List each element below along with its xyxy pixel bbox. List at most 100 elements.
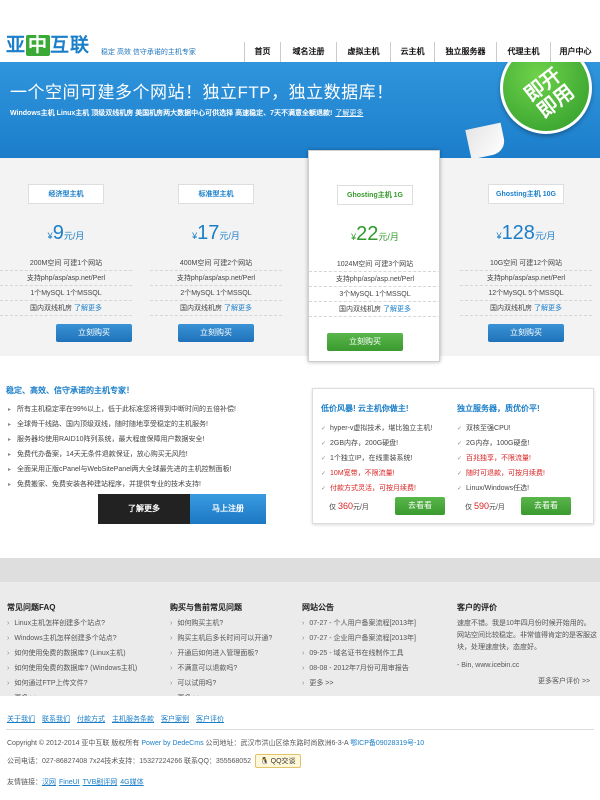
header: 亚中互联 稳定 高效 信守承诺的主机专家 首页 域名注册 虚拟主机 云主机 独立… [0, 0, 600, 62]
plan-feature: 10G空间 可建12个网站 [460, 256, 592, 271]
price-unit: 元/月 [534, 231, 556, 241]
presale-link[interactable]: 如何购买主机? [170, 616, 272, 631]
footer-copyright-line: Copyright © 2012-2014 亚中互联 版权所有 Power by… [7, 738, 424, 748]
plan-more-link[interactable]: 了解更多 [224, 305, 252, 312]
plan-title: 标准型主机 [178, 184, 254, 204]
info-section: 常见问题FAQ Linux主机怎样创建多个站点? Windows主机怎样创建多个… [0, 558, 600, 702]
view-cloud-button[interactable]: 去看看 [395, 497, 445, 515]
plan-features: 1024M空间 可建3个网站 支持php/asp/asp.net/Perl 3个… [309, 257, 441, 317]
review-text: 速度不错。我是10年四月份时候开始用的。网站空间比较稳定。非常值得肯定的是客服这… [457, 620, 597, 651]
buy-now-button[interactable]: 立刻购买 [56, 324, 132, 342]
view-server-button[interactable]: 去看看 [521, 497, 571, 515]
plan-feature: 支持php/asp/asp.net/Perl [460, 271, 592, 286]
faq-link[interactable]: 如何使用免费的数据库? (Linux主机) [7, 646, 137, 661]
nav-item-dedicated-server[interactable]: 独立服务器 [434, 42, 496, 62]
plan-title: Ghosting主机 10G [488, 184, 564, 204]
promo-item: 随时可退款，可按月续费! [457, 466, 545, 481]
footer-link-cases[interactable]: 客户案例 [161, 714, 189, 724]
promo-server-title: 独立服务器，质优价平! [457, 404, 540, 413]
icp-link[interactable]: 鄂ICP备09028319号-10 [350, 740, 424, 747]
review-title: 客户的评价 [457, 603, 497, 612]
plan-card-ghosting-1g: Ghosting主机 1G ¥22元/月 1024M空间 可建3个网站 支持ph… [308, 150, 441, 362]
footer-link-payment[interactable]: 付款方式 [77, 714, 105, 724]
plan-feature-room: 国内双线机房 了解更多 [0, 301, 132, 316]
feature-item: 全面采用正版cPanel与WebSitePanel两大全球最先进的主机控制面板! [8, 462, 236, 477]
banner-subtitle-text: Windows主机 Linux主机 顶级双线机房 美国机房两大数据中心可供选择 … [10, 110, 333, 117]
friend-links-label: 友情链接： [7, 779, 42, 786]
promo-item: hyper-v虚拟技术，堪比独立主机! [321, 421, 432, 436]
plan-price: ¥9元/月 [0, 222, 132, 245]
nav-item-reseller[interactable]: 代理主机 [496, 42, 550, 62]
buy-now-button[interactable]: 立刻购买 [178, 324, 254, 342]
feature-item: 免费代办备案，14天无条件退款保证，放心购买无风险! [8, 447, 236, 462]
plan-features: 400M空间 可建2个网站 支持php/asp/asp.net/Perl 2个M… [150, 256, 282, 316]
plan-room: 国内双线机房 [180, 305, 223, 312]
plan-feature: 支持php/asp/asp.net/Perl [309, 272, 441, 287]
banner-more-link[interactable]: 了解更多 [335, 110, 363, 117]
nav-item-domain[interactable]: 域名注册 [280, 42, 336, 62]
powered-by-link[interactable]: Power by DedeCms [141, 740, 203, 747]
presale-link[interactable]: 购买主机后多长时间可以开通? [170, 631, 272, 646]
friend-link[interactable]: TVB剧评网 [83, 779, 118, 786]
news-link[interactable]: 08-08 - 2012年7月份可用审报告 [302, 661, 416, 676]
plan-features: 200M空间 可建1个网站 支持php/asp/asp.net/Perl 1个M… [0, 256, 132, 316]
footer-link-reviews[interactable]: 客户评价 [196, 714, 224, 724]
learn-more-button[interactable]: 了解更多 [98, 494, 190, 524]
review-column: 客户的评价 速度不错。我是10年四月份时候开始用的。网站空间比较稳定。非常值得肯… [457, 602, 597, 669]
presale-link[interactable]: 开通后如何进入管理面板? [170, 646, 272, 661]
plan-more-link[interactable]: 了解更多 [74, 305, 102, 312]
logo-text-3: 互联 [50, 35, 91, 56]
faq-link[interactable]: Windows主机怎样创建多个站点? [7, 631, 137, 646]
register-now-button[interactable]: 马上注册 [190, 494, 266, 524]
copyright: Copyright © 2012-2014 亚中互联 版权所有 [7, 740, 140, 747]
faq-link[interactable]: Linux主机怎样创建多个站点? [7, 616, 137, 631]
friend-link[interactable]: FineUI [59, 779, 80, 786]
friend-link[interactable]: 汉网 [42, 779, 56, 786]
buy-now-button[interactable]: 立刻购买 [327, 333, 403, 351]
feature-item: 免费搬家、免费安装各种建站程序，并提供专业的技术支持! [8, 477, 236, 492]
price-unit: 元/月 [63, 231, 85, 241]
features-title: 稳定、高效、信守承诺的主机专家！ [6, 386, 134, 395]
news-more-link[interactable]: 更多 >> [302, 676, 416, 691]
news-link[interactable]: 09-25 - 域名证书在线制作工具 [302, 646, 416, 661]
nav-item-home[interactable]: 首页 [244, 42, 280, 62]
nav-item-user-center[interactable]: 用户中心 [550, 42, 600, 62]
plan-feature: 1024M空间 可建3个网站 [309, 257, 441, 272]
plan-card-ghosting-10g: Ghosting主机 10G ¥128元/月 10G空间 可建12个网站 支持p… [460, 158, 592, 356]
plan-more-link[interactable]: 了解更多 [383, 306, 411, 313]
friend-link[interactable]: 4G媒体 [120, 779, 143, 786]
footer-link-about[interactable]: 关于我们 [7, 714, 35, 724]
promo-cloud-price: 仅 360元/月 [329, 501, 369, 512]
logo-text-1: 亚 [6, 35, 27, 56]
presale-link[interactable]: 不满意可以退款吗? [170, 661, 272, 676]
review-more-link[interactable]: 更多客户评价 >> [538, 676, 590, 686]
nav-item-cloud-host[interactable]: 云主机 [390, 42, 434, 62]
qq-chat-button[interactable]: 🐧 QQ交谈 [254, 754, 301, 768]
faq-title: 常见问题FAQ [7, 603, 56, 612]
footer-link-contact[interactable]: 联系我们 [42, 714, 70, 724]
presale-link[interactable]: 可以试用吗? [170, 676, 272, 691]
plan-price: ¥22元/月 [309, 223, 441, 246]
faq-link[interactable]: 如何使用免费的数据库? (Windows主机) [7, 661, 137, 676]
faq-column: 常见问题FAQ Linux主机怎样创建多个站点? Windows主机怎样创建多个… [7, 602, 137, 706]
price-value: 128 [501, 222, 535, 244]
nav-item-virtual-host[interactable]: 虚拟主机 [336, 42, 390, 62]
price-prefix: 仅 [329, 504, 336, 511]
footer-link-terms[interactable]: 主机服务条款 [112, 714, 154, 724]
feature-item: 所有主机稳定率在99%以上，低于此标准您将得到中断时间的五倍补偿! [8, 402, 236, 417]
logo[interactable]: 亚中互联 [6, 35, 91, 56]
plan-room: 国内双线机房 [339, 306, 382, 313]
buy-now-button[interactable]: 立刻购买 [488, 324, 564, 342]
news-title: 网站公告 [302, 603, 334, 612]
promo-item: 2GB内存，200G硬盘! [321, 436, 432, 451]
plan-feature: 12个MySQL 5个MSSQL [460, 286, 592, 301]
pricing-section: 经济型主机 ¥9元/月 200M空间 可建1个网站 支持php/asp/asp.… [0, 150, 600, 362]
plan-feature-room: 国内双线机房 了解更多 [460, 301, 592, 316]
plan-more-link[interactable]: 了解更多 [534, 305, 562, 312]
news-link[interactable]: 07-27 - 个人用户备案流程[2013年] [302, 616, 416, 631]
news-link[interactable]: 07-27 - 企业用户备案流程[2013年] [302, 631, 416, 646]
promo-box: 低价风暴! 云主机你做主! hyper-v虚拟技术，堪比独立主机! 2GB内存，… [312, 388, 594, 524]
plan-feature: 支持php/asp/asp.net/Perl [150, 271, 282, 286]
faq-link[interactable]: 如何通过FTP上传文件? [7, 676, 137, 691]
price-prefix: 仅 [465, 504, 472, 511]
